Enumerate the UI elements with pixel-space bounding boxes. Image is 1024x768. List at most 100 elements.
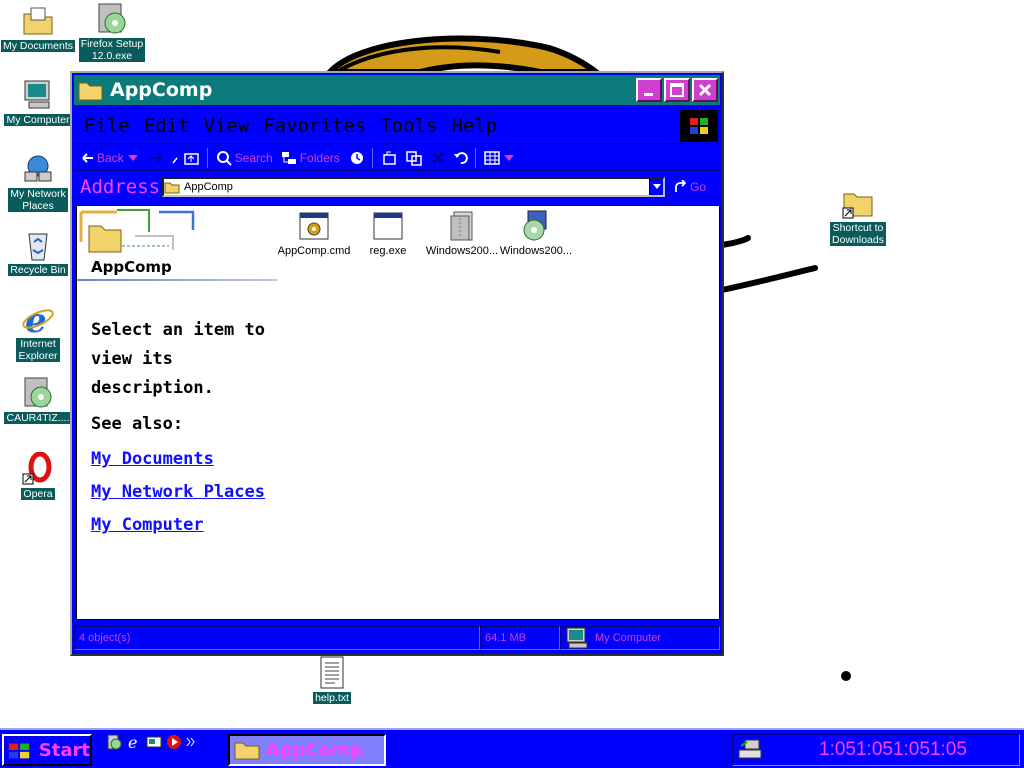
minimize-icon: [644, 93, 653, 96]
address-input[interactable]: AppComp: [162, 177, 665, 197]
quick-launch: e: [106, 734, 196, 750]
folders-label: Folders: [299, 150, 340, 165]
undo-icon: [453, 151, 468, 164]
menu-file[interactable]: File: [84, 115, 130, 137]
minimize-button[interactable]: [636, 78, 662, 102]
installer-cd-icon: [523, 210, 547, 241]
show-desktop-icon[interactable]: [146, 734, 162, 750]
media-player-icon[interactable]: [166, 734, 182, 750]
desktop-icon-label: My Documents: [0, 40, 76, 52]
search-label: Search: [234, 150, 273, 165]
menu-edit[interactable]: Edit: [144, 115, 190, 137]
desktop-icon-label: Internet Explorer: [16, 338, 60, 362]
file-item[interactable]: Windows200...: [423, 210, 501, 257]
history-button[interactable]: [348, 148, 366, 168]
back-arrow-icon: [82, 152, 93, 163]
menu-favorites[interactable]: Favorites: [263, 115, 366, 137]
menu-tools[interactable]: Tools: [380, 115, 437, 137]
desktop-icon-opera[interactable]: Opera: [0, 452, 76, 500]
status-zone-label: My Computer: [595, 632, 662, 644]
taskbar-button-appcomp[interactable]: AppComp: [228, 734, 386, 766]
standard-toolbar: Back Search Folders: [74, 145, 720, 171]
copy-to-button[interactable]: [405, 148, 423, 168]
folders-button[interactable]: Folders: [281, 148, 340, 168]
toolbar-separator: [206, 147, 208, 168]
folders-tree-icon: [281, 151, 296, 164]
go-label: Go: [690, 180, 707, 194]
installer-cd-icon[interactable]: [106, 734, 122, 750]
forward-arrow-icon: [148, 152, 162, 163]
opera-icon: [22, 452, 52, 485]
svg-text:e: e: [128, 734, 137, 750]
network-tray-icon[interactable]: [737, 738, 767, 762]
start-button[interactable]: Start: [2, 734, 92, 766]
status-object-count: 4 object(s): [74, 626, 480, 650]
views-button[interactable]: [483, 148, 515, 168]
desktop-icon-internet-explorer[interactable]: e Internet Explorer: [0, 302, 76, 362]
ie-icon: e: [22, 302, 54, 336]
desktop-icon-recycle-bin[interactable]: Recycle Bin: [0, 228, 76, 276]
close-button[interactable]: [692, 78, 718, 102]
desktop-icon-my-documents[interactable]: My Documents: [0, 4, 76, 52]
computer-icon: [24, 80, 50, 109]
desktop-icon-label: Firefox Setup 12.0.exe: [78, 38, 146, 62]
chevron-down-icon: [127, 154, 138, 161]
desktop-icon-label: Shortcut to Downloads: [830, 222, 886, 246]
taskbar: Start e AppComp 1:051:051:051:05: [0, 728, 1024, 768]
explorer-window: AppComp File Edit View Favorites Tools H…: [70, 71, 724, 656]
recycle-bin-icon: [28, 233, 48, 261]
file-item[interactable]: AppComp.cmd: [275, 210, 353, 257]
address-label: Address: [80, 176, 161, 198]
installer-cd-icon: [24, 377, 52, 408]
desktop-icon-help-txt[interactable]: help.txt: [294, 656, 370, 704]
up-folder-button[interactable]: [171, 148, 201, 168]
address-dropdown-button[interactable]: [649, 179, 663, 195]
maximize-button[interactable]: [664, 78, 690, 102]
desktop-icon-my-network-places[interactable]: My Network Places: [0, 152, 76, 212]
forward-button[interactable]: [147, 148, 163, 168]
folder-shortcut-icon: [842, 193, 873, 219]
ie-icon[interactable]: e: [126, 734, 142, 750]
delete-button[interactable]: [431, 148, 445, 168]
menu-view[interactable]: View: [204, 115, 250, 137]
desktop-icon-caur4tiz[interactable]: CAUR4TIZ....: [0, 376, 76, 424]
folder-title: AppComp: [91, 258, 172, 276]
desktop-icon-label: Recycle Bin: [8, 264, 68, 276]
link-my-computer[interactable]: My Computer: [91, 515, 204, 535]
menu-help[interactable]: Help: [451, 115, 497, 137]
move-to-button[interactable]: [381, 148, 397, 168]
address-value: AppComp: [184, 181, 233, 193]
delete-icon: [431, 151, 444, 164]
search-button[interactable]: Search: [216, 148, 273, 168]
close-icon: [698, 83, 712, 97]
window-title: AppComp: [110, 79, 213, 101]
title-bar[interactable]: AppComp: [74, 75, 720, 105]
network-icon: [24, 155, 52, 182]
file-name: Windows200...: [425, 245, 499, 257]
desktop-icon-my-computer[interactable]: My Computer: [0, 78, 76, 126]
status-zone: My Computer: [560, 626, 720, 650]
selection-description: Select an item to view its description.: [91, 320, 265, 398]
folder-title-divider: [77, 279, 277, 281]
back-button[interactable]: Back: [82, 148, 139, 168]
go-button[interactable]: Go: [673, 180, 706, 194]
link-my-network-places[interactable]: My Network Places: [91, 482, 265, 502]
desktop-icon-label: My Network Places: [8, 188, 68, 212]
desktop-icon-firefox-setup[interactable]: Firefox Setup 12.0.exe: [74, 2, 150, 62]
folder-icon: [78, 82, 103, 101]
folder-view: AppComp Select an item to view its descr…: [76, 205, 720, 620]
menu-bar: File Edit View Favorites Tools Help: [74, 108, 720, 144]
text-file-icon: [320, 656, 344, 689]
desktop-icon-shortcut-to-downloads[interactable]: Shortcut to Downloads: [820, 186, 896, 246]
clock[interactable]: 1:051:051:051:05: [819, 739, 967, 761]
file-item[interactable]: Windows200...: [497, 210, 575, 257]
cmd-script-icon: [299, 212, 329, 240]
task-label: AppComp: [266, 739, 363, 761]
start-label: Start: [38, 739, 90, 761]
file-name: reg.exe: [369, 245, 407, 257]
file-item[interactable]: reg.exe: [349, 210, 427, 257]
undo-button[interactable]: [453, 148, 469, 168]
status-bar: 4 object(s) 64.1 MB My Computer: [74, 624, 720, 652]
link-my-documents[interactable]: My Documents: [91, 449, 214, 469]
chevron-double-right-icon[interactable]: [186, 737, 196, 747]
